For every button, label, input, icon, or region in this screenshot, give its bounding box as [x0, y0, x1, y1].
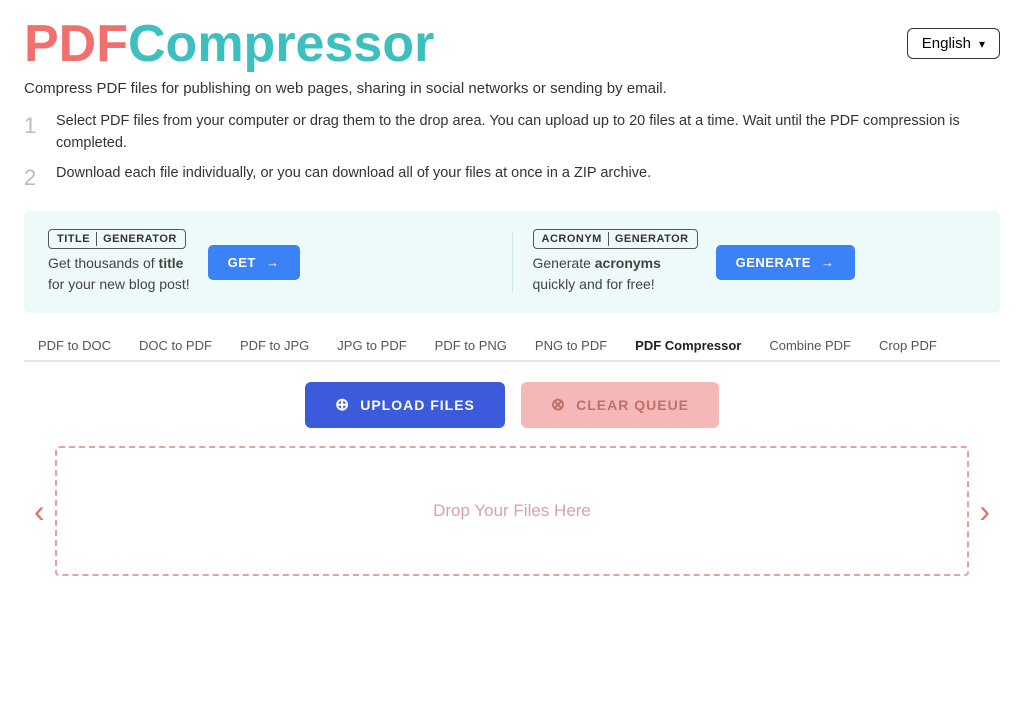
step-2-number: 2: [24, 163, 42, 194]
ad-left-btn-label: GET: [228, 255, 256, 270]
ad-right-btn-arrow: →: [821, 255, 835, 270]
tab-pdf-to-jpg[interactable]: PDF to JPG: [226, 331, 323, 362]
tab-pdf-to-doc[interactable]: PDF to DOC: [24, 331, 125, 362]
step-1-number: 1: [24, 111, 42, 142]
ad-right-content: ACRONYM GENERATOR Generate acronyms quick…: [533, 229, 698, 295]
ad-left-text: Get thousands of title for your new blog …: [48, 253, 190, 295]
nav-tabs: PDF to DOC DOC to PDF PDF to JPG JPG to …: [24, 331, 1000, 362]
logo: PDFCompressor: [24, 18, 434, 70]
prev-arrow-button[interactable]: ‹: [24, 495, 55, 527]
ad-right-text-after: quickly and for free!: [533, 276, 655, 292]
ad-left-text-before: Get thousands of: [48, 255, 159, 271]
ad-left-badge: TITLE GENERATOR: [48, 229, 186, 249]
ad-divider: [512, 232, 513, 292]
ad-right-text: Generate acronyms quickly and for free!: [533, 253, 698, 295]
clear-queue-button[interactable]: ⊗ CLEAR QUEUE: [521, 382, 719, 428]
ad-left: TITLE GENERATOR Get thousands of title fo…: [48, 229, 492, 295]
ad-right-button[interactable]: GENERATE →: [716, 245, 855, 280]
header: PDFCompressor English ▾: [24, 18, 1000, 70]
ad-right-text-bold: acronyms: [595, 255, 661, 271]
ad-right-btn-label: GENERATE: [736, 255, 811, 270]
ad-right-badge: ACRONYM GENERATOR: [533, 229, 698, 249]
step-2-text: Download each file individually, or you …: [56, 163, 651, 185]
step-1: 1 Select PDF files from your computer or…: [24, 111, 1000, 155]
badge-separator-right: [608, 232, 609, 246]
ad-banner: TITLE GENERATOR Get thousands of title fo…: [24, 211, 1000, 313]
language-selector[interactable]: English ▾: [907, 28, 1000, 59]
ad-left-text-bold: title: [159, 255, 184, 271]
drop-area[interactable]: Drop Your Files Here: [55, 446, 970, 576]
badge-separator: [96, 232, 97, 246]
tab-jpg-to-pdf[interactable]: JPG to PDF: [323, 331, 420, 362]
steps-list: 1 Select PDF files from your computer or…: [24, 111, 1000, 193]
tab-crop-pdf[interactable]: Crop PDF: [865, 331, 951, 362]
ad-right: ACRONYM GENERATOR Generate acronyms quick…: [533, 229, 977, 295]
upload-icon: ⊕: [335, 395, 350, 415]
ad-left-button[interactable]: GET →: [208, 245, 300, 280]
chevron-down-icon: ▾: [979, 37, 985, 51]
logo-compressor: Compressor: [128, 15, 434, 73]
tab-png-to-pdf[interactable]: PNG to PDF: [521, 331, 621, 362]
upload-label: UPLOAD FILES: [360, 397, 475, 413]
tab-pdf-compressor[interactable]: PDF Compressor: [621, 331, 755, 362]
next-arrow-button[interactable]: ›: [969, 495, 1000, 527]
ad-right-text-before: Generate: [533, 255, 595, 271]
drop-area-wrapper: ‹ Drop Your Files Here ›: [24, 446, 1000, 576]
tab-doc-to-pdf[interactable]: DOC to PDF: [125, 331, 226, 362]
upload-files-button[interactable]: ⊕ UPLOAD FILES: [305, 382, 505, 428]
tab-combine-pdf[interactable]: Combine PDF: [755, 331, 865, 362]
ad-left-btn-arrow: →: [266, 255, 280, 270]
step-2: 2 Download each file individually, or yo…: [24, 163, 1000, 194]
action-buttons: ⊕ UPLOAD FILES ⊗ CLEAR QUEUE: [24, 382, 1000, 428]
ad-right-badge-part1: ACRONYM: [542, 233, 602, 245]
drop-placeholder: Drop Your Files Here: [433, 501, 591, 521]
step-1-text: Select PDF files from your computer or d…: [56, 111, 1000, 155]
language-label: English: [922, 35, 971, 52]
clear-label: CLEAR QUEUE: [576, 397, 689, 413]
subtitle: Compress PDF files for publishing on web…: [24, 80, 1000, 97]
ad-left-content: TITLE GENERATOR Get thousands of title fo…: [48, 229, 190, 295]
ad-left-badge-part2: GENERATOR: [103, 233, 177, 245]
logo-pdf: PDF: [24, 15, 128, 73]
tab-pdf-to-png[interactable]: PDF to PNG: [421, 331, 521, 362]
ad-left-badge-part1: TITLE: [57, 233, 90, 245]
clear-icon: ⊗: [551, 395, 566, 415]
ad-left-text-after: for your new blog post!: [48, 276, 190, 292]
ad-right-badge-part2: GENERATOR: [615, 233, 689, 245]
